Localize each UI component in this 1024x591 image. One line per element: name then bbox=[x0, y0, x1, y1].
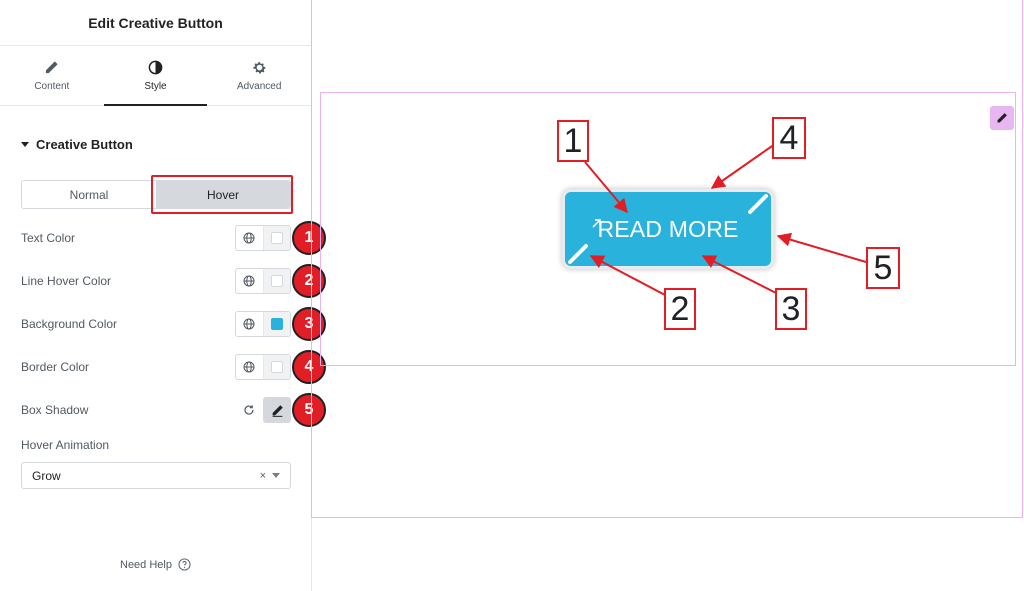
text-color-picker[interactable] bbox=[263, 226, 290, 250]
tab-content[interactable]: Content bbox=[0, 47, 104, 105]
text-color-label: Text Color bbox=[21, 231, 76, 245]
help-icon bbox=[178, 558, 191, 571]
need-help-link[interactable]: Need Help bbox=[0, 558, 311, 571]
callout-label-1: 1 bbox=[557, 120, 589, 162]
editor-screen: Edit Creative Button Content Style Advan… bbox=[0, 0, 1024, 591]
global-colors-button[interactable] bbox=[236, 269, 264, 293]
border-color-label: Border Color bbox=[21, 360, 90, 374]
color-swatch bbox=[270, 318, 283, 330]
pencil-icon bbox=[46, 61, 58, 74]
text-color-control bbox=[235, 225, 291, 251]
hover-animation-label: Hover Animation bbox=[21, 438, 110, 452]
external-link-icon bbox=[592, 219, 601, 228]
editor-panel: Edit Creative Button Content Style Advan… bbox=[0, 0, 312, 591]
globe-icon bbox=[243, 361, 255, 373]
globe-icon bbox=[243, 275, 255, 287]
section-title: Creative Button bbox=[36, 137, 133, 152]
color-swatch bbox=[270, 232, 283, 244]
read-more-label: READ MORE bbox=[597, 215, 739, 242]
tab-hover[interactable]: Hover bbox=[156, 181, 290, 208]
hover-animation-select[interactable]: Grow × bbox=[21, 462, 291, 489]
background-color-control bbox=[235, 311, 291, 337]
panel-tabs: Content Style Advanced bbox=[0, 47, 311, 106]
tab-normal[interactable]: Normal bbox=[22, 181, 156, 208]
callout-label-5: 5 bbox=[866, 247, 900, 289]
box-shadow-edit-button[interactable] bbox=[263, 397, 291, 423]
reset-icon bbox=[244, 405, 254, 415]
tab-advanced[interactable]: Advanced bbox=[207, 47, 311, 105]
panel-title: Edit Creative Button bbox=[0, 0, 311, 46]
pencil-icon bbox=[997, 113, 1007, 123]
global-colors-button[interactable] bbox=[236, 226, 264, 250]
edit-widget-button[interactable] bbox=[990, 106, 1014, 130]
tab-style[interactable]: Style bbox=[103, 47, 208, 106]
hover-animation-value: Grow bbox=[32, 468, 61, 483]
row-background-color: Background Color bbox=[21, 311, 291, 337]
row-line-hover-color: Line Hover Color bbox=[21, 268, 291, 294]
tab-advanced-label: Advanced bbox=[236, 81, 282, 92]
globe-icon bbox=[243, 318, 255, 330]
callout-label-3: 3 bbox=[775, 288, 807, 330]
color-swatch bbox=[270, 361, 283, 373]
box-shadow-control bbox=[241, 397, 291, 423]
row-text-color: Text Color bbox=[21, 225, 291, 251]
pencil-icon bbox=[272, 404, 283, 417]
border-color-control bbox=[235, 354, 291, 380]
border-color-picker[interactable] bbox=[263, 355, 290, 379]
color-swatch bbox=[270, 275, 283, 287]
reset-button[interactable] bbox=[241, 402, 257, 418]
gear-icon bbox=[253, 62, 266, 74]
row-box-shadow: Box Shadow bbox=[21, 397, 291, 423]
caret-down-icon bbox=[21, 142, 29, 147]
clear-icon[interactable]: × bbox=[260, 470, 266, 482]
background-color-picker[interactable] bbox=[263, 312, 290, 336]
line-hover-color-label: Line Hover Color bbox=[21, 274, 112, 288]
box-shadow-label: Box Shadow bbox=[21, 403, 89, 417]
callout-label-2: 2 bbox=[664, 288, 696, 330]
select-controls: × bbox=[260, 470, 280, 482]
tab-style-label: Style bbox=[144, 81, 167, 92]
chevron-down-icon bbox=[272, 473, 280, 478]
section-toggle-creative-button[interactable]: Creative Button bbox=[21, 137, 133, 152]
callout-label-4: 4 bbox=[772, 117, 806, 159]
state-toggle: Normal Hover bbox=[21, 180, 291, 209]
contrast-icon bbox=[148, 60, 163, 75]
background-color-label: Background Color bbox=[21, 317, 118, 331]
tab-content-label: Content bbox=[34, 81, 70, 92]
read-more-button[interactable]: READ MORE bbox=[565, 192, 771, 266]
row-border-color: Border Color bbox=[21, 354, 291, 380]
need-help-label: Need Help bbox=[120, 558, 172, 571]
line-hover-color-picker[interactable] bbox=[263, 269, 290, 293]
globe-icon bbox=[243, 232, 255, 244]
line-hover-color-control bbox=[235, 268, 291, 294]
global-colors-button[interactable] bbox=[236, 312, 264, 336]
global-colors-button[interactable] bbox=[236, 355, 264, 379]
